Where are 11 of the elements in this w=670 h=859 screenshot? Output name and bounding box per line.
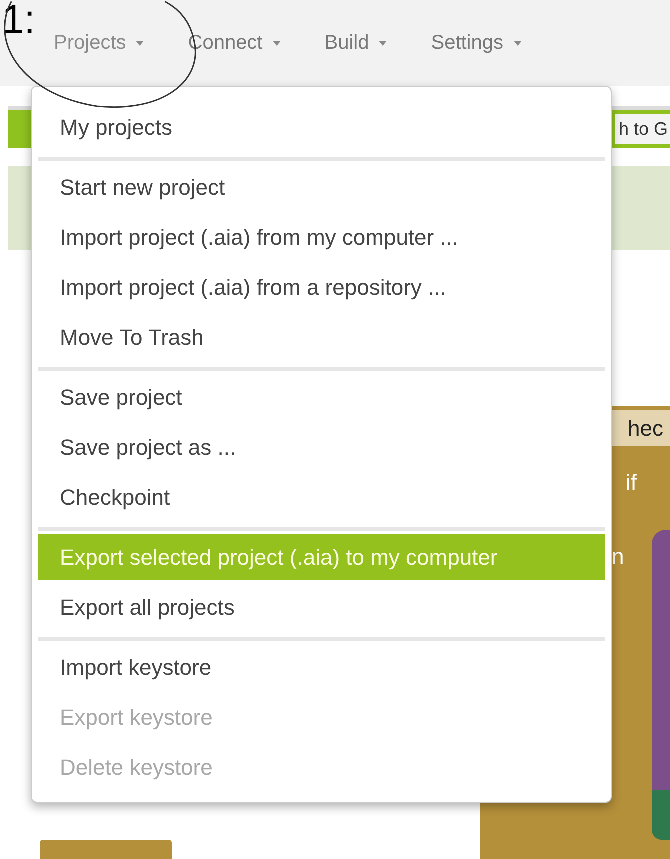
annotation-label: 1:	[2, 0, 36, 40]
caret-icon	[136, 40, 144, 46]
menu-tab[interactable]: Build	[324, 28, 388, 58]
block-keyword: if	[626, 469, 637, 497]
caret-icon	[514, 40, 522, 46]
block-keyword: n	[612, 543, 624, 571]
block-label: hec	[610, 410, 670, 446]
caret-icon	[272, 40, 281, 46]
caret-icon	[379, 40, 388, 46]
menu-tab[interactable]: Settings	[431, 28, 522, 58]
toolbar-button[interactable]: h to G	[614, 114, 670, 144]
